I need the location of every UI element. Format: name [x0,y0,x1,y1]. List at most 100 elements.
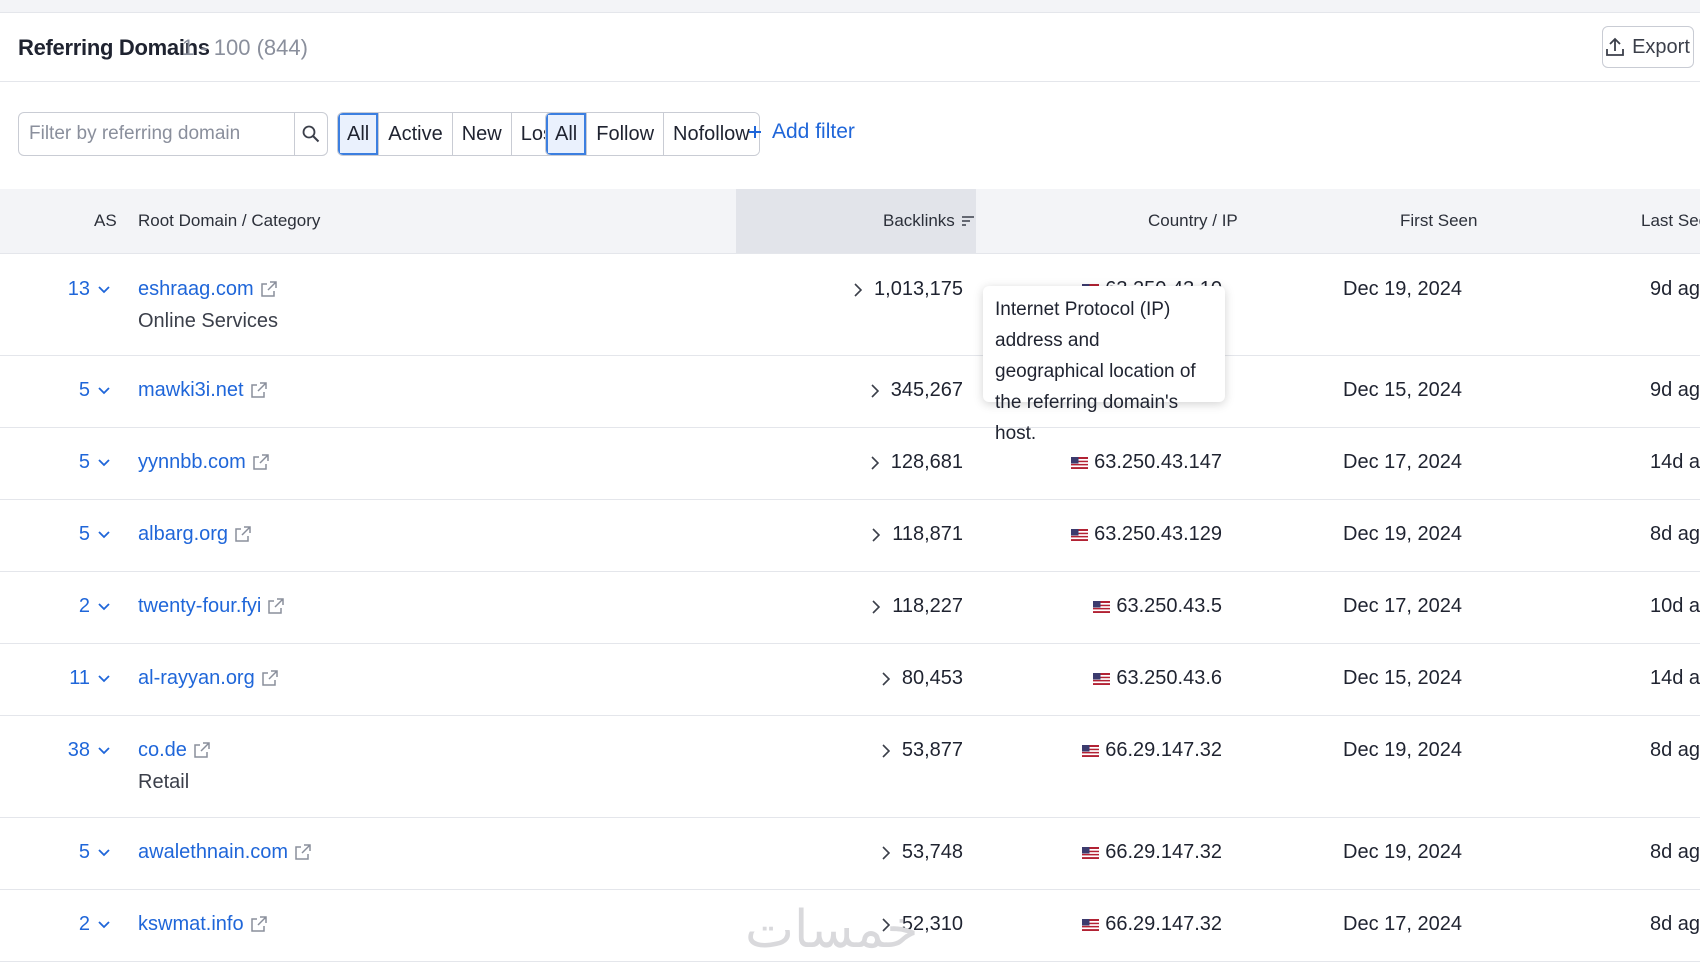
backlinks-cell[interactable]: 345,267 [871,379,963,402]
search-input[interactable] [19,113,294,155]
col-backlinks[interactable]: Backlinks [883,211,975,231]
domain-link[interactable]: yynnbb.com [138,451,269,474]
country-ip-cell: 63.250.43.6 [1093,667,1222,690]
backlinks-cell[interactable]: 53,748 [882,841,963,864]
first-seen-value: Dec 15, 2024 [1343,379,1462,401]
link-type-nofollow[interactable]: Nofollow [664,113,759,155]
external-link-icon[interactable] [294,844,311,861]
col-domain[interactable]: Root Domain / Category [138,211,320,231]
domain-link[interactable]: al-rayyan.org [138,667,278,690]
add-filter-button[interactable]: Add filter [748,120,855,144]
external-link-icon[interactable] [252,454,269,471]
backlinks-value: 53,877 [901,739,963,761]
domain-link[interactable]: kswmat.info [138,913,267,936]
external-link-icon[interactable] [193,742,210,759]
external-link-icon[interactable] [250,382,267,399]
first-seen-value: Dec 19, 2024 [1343,739,1462,761]
ip-value: 63.250.43.6 [1116,667,1222,689]
chevron-right-icon[interactable] [871,455,879,470]
domain-name: yynnbb.com [138,451,246,473]
chevron-right-icon[interactable] [882,671,890,686]
chevron-down-icon [98,285,110,293]
table-row: 5 mawki3i.net 345,267 Dec 15, 2024 9d ago [0,355,1700,428]
as-score[interactable]: 13 [68,278,110,301]
country-ip-cell: 66.29.147.32 [1082,841,1222,864]
backlinks-cell[interactable]: 1,013,175 [854,278,963,301]
chevron-right-icon[interactable] [871,383,879,398]
chevron-down-icon [98,920,110,928]
backlinks-value: 128,681 [890,451,963,473]
chevron-down-icon [98,458,110,466]
add-filter-label: Add filter [772,120,855,143]
link-type-all[interactable]: All [546,113,588,155]
domain-link[interactable]: co.de [138,739,210,762]
chevron-right-icon[interactable] [872,527,881,542]
as-score[interactable]: 2 [79,595,110,618]
table-header: AS Root Domain / Category Backlinks Coun… [0,189,1700,254]
as-value: 5 [78,451,90,473]
ip-tooltip: Internet Protocol (IP) address and geogr… [983,286,1225,444]
last-seen-value: 9d ago [1650,379,1700,401]
domain-link[interactable]: twenty-four.fyi [138,595,285,618]
domain-name: kswmat.info [138,913,244,935]
domain-category: Retail [138,771,190,793]
export-button[interactable]: Export [1602,26,1694,68]
table-row: 11 al-rayyan.org 80,453 63.250.43.6 Dec 15, … [0,643,1700,716]
col-backlinks-label: Backlinks [883,211,955,230]
ip-value: 63.250.43.147 [1094,451,1222,473]
domain-category: Online Services [138,310,279,332]
status-new[interactable]: New [452,113,512,155]
chevron-right-icon[interactable] [882,845,890,860]
domain-name: awalethnain.com [138,841,289,863]
table-row: 5 albarg.org 118,871 63.250.43.129 Dec 19, 2… [0,499,1700,572]
backlinks-value: 118,227 [892,595,963,617]
status-active[interactable]: Active [379,113,453,155]
domain-link[interactable]: mawki3i.net [138,379,267,402]
backlinks-cell[interactable]: 118,871 [872,523,963,546]
ip-value: 66.29.147.32 [1105,913,1222,935]
search-box [18,112,328,156]
backlinks-cell[interactable]: 128,681 [871,451,963,474]
as-score[interactable]: 11 [69,667,110,690]
as-value: 5 [78,841,90,863]
as-score[interactable]: 5 [79,841,110,864]
col-country-ip[interactable]: Country / IP [1148,211,1238,231]
link-type-filter: All Follow Nofollow [545,112,760,156]
backlinks-cell[interactable]: 80,453 [882,667,963,690]
search-button[interactable] [294,113,327,155]
external-link-icon[interactable] [250,916,267,933]
col-as[interactable]: AS [94,211,117,231]
chevron-right-icon[interactable] [872,599,881,614]
as-value: 11 [69,667,90,689]
as-score[interactable]: 2 [79,913,110,936]
first-seen-value: Dec 17, 2024 [1343,595,1462,617]
status-all[interactable]: All [338,113,380,155]
external-link-icon[interactable] [234,526,251,543]
domain-link[interactable]: awalethnain.com [138,841,311,864]
table-row: 13eshraag.comOnline Services1,013,17563.… [0,254,1700,356]
as-score[interactable]: 38 [68,739,110,762]
col-last-seen[interactable]: Last Seen [1641,211,1700,231]
as-value: 38 [67,739,90,761]
domain-name: al-rayyan.org [138,667,255,689]
last-seen-value: 14d ago [1650,667,1700,689]
as-score[interactable]: 5 [79,379,110,402]
chevron-right-icon[interactable] [882,743,890,758]
domain-link[interactable]: eshraag.com [138,278,277,301]
as-score[interactable]: 5 [79,451,110,474]
external-link-icon[interactable] [260,281,277,298]
domain-link[interactable]: albarg.org [138,523,251,546]
external-link-icon[interactable] [261,670,278,687]
country-ip-cell: 63.250.43.147 [1071,451,1222,474]
backlinks-cell[interactable]: 118,227 [872,595,963,618]
watermark: خمسات [745,900,919,960]
external-link-icon[interactable] [267,598,285,615]
chevron-right-icon[interactable] [854,282,863,297]
export-icon [1606,37,1624,56]
first-seen-value: Dec 15, 2024 [1343,667,1462,689]
as-score[interactable]: 5 [79,523,110,546]
link-type-follow[interactable]: Follow [587,113,665,155]
col-first-seen[interactable]: First Seen [1400,211,1477,231]
as-value: 2 [78,913,90,935]
backlinks-cell[interactable]: 53,877 [882,739,963,762]
